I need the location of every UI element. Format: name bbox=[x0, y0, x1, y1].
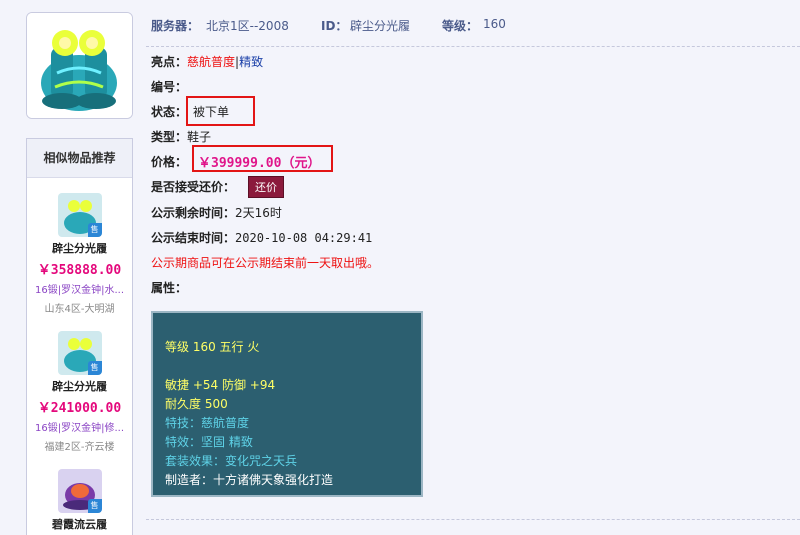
id-value: 辟尘分光履 bbox=[350, 19, 411, 33]
status-value: 被下单 bbox=[193, 105, 230, 119]
end-time-value: 2020-10-08 04:29:41 bbox=[235, 231, 373, 245]
similar-items-panel: 相似物品推荐 售 辟尘分光履 ￥358888.00 16锻|罗汉金钟|水... … bbox=[26, 138, 133, 535]
similar-item-3-name[interactable]: 碧霞流云履 bbox=[27, 516, 132, 532]
price-value: ￥399999.00（元） bbox=[198, 156, 321, 171]
end-time-row: 公示结束时间：2020-10-08 04:29:41 bbox=[151, 229, 372, 246]
similar-item-2-server: 福建2区-齐云楼 bbox=[44, 442, 115, 453]
attributes-label: 属性： bbox=[151, 281, 188, 295]
attr-skill: 特技：慈航普度 bbox=[165, 416, 250, 430]
remaining-time-label: 公示剩余时间： bbox=[151, 206, 236, 220]
similar-item-3[interactable]: 售 碧霞流云履 bbox=[27, 469, 132, 532]
sell-badge: 售 bbox=[87, 499, 102, 513]
type-row: 类型：鞋子 bbox=[151, 128, 211, 145]
similar-item-1[interactable]: 售 辟尘分光履 ￥358888.00 16锻|罗汉金钟|水... 山东4区-大明… bbox=[27, 193, 132, 315]
level-label: 等级： bbox=[442, 19, 479, 33]
similar-item-2-image[interactable]: 售 bbox=[57, 331, 102, 375]
highlight-value-1: 慈航普度 bbox=[187, 55, 236, 69]
similar-item-1-price: ￥358888.00 bbox=[37, 263, 122, 278]
similar-item-1-tags: 16锻|罗汉金钟|水... bbox=[35, 285, 124, 296]
remaining-time-row: 公示剩余时间：2天16时 bbox=[151, 204, 282, 221]
item-image-box bbox=[26, 12, 133, 119]
attr-level-element: 等级 160 五行 火 bbox=[165, 340, 260, 354]
status-label: 状态： bbox=[151, 105, 188, 119]
type-label: 类型： bbox=[151, 130, 188, 144]
server-value: 北京1区--2008 bbox=[206, 19, 289, 33]
similar-item-2-price: ￥241000.00 bbox=[37, 401, 122, 416]
end-time-label: 公示结束时间： bbox=[151, 231, 236, 245]
similar-item-1-image[interactable]: 售 bbox=[57, 193, 102, 237]
attr-set-effect: 套装效果：变化咒之天兵 bbox=[165, 454, 298, 468]
similar-item-1-server: 山东4区-大明湖 bbox=[44, 304, 115, 315]
counter-offer-button[interactable]: 还价 bbox=[248, 176, 284, 198]
attr-durability: 耐久度 500 bbox=[165, 397, 228, 411]
bottom-divider bbox=[146, 519, 800, 520]
counter-offer-label: 是否接受还价： bbox=[151, 180, 236, 194]
publicity-notice: 公示期商品可在公示期结束前一天取出哦。 bbox=[151, 256, 380, 270]
similar-item-3-image[interactable]: 售 bbox=[57, 469, 102, 513]
item-image bbox=[27, 13, 132, 118]
number-label: 编号： bbox=[151, 80, 188, 94]
server-label: 服务器： bbox=[151, 19, 200, 33]
attr-effect: 特效：坚固 精致 bbox=[165, 435, 253, 449]
highlight-value-2: 精致 bbox=[239, 55, 264, 69]
type-value: 鞋子 bbox=[187, 130, 212, 144]
similar-items-title: 相似物品推荐 bbox=[27, 139, 132, 178]
similar-item-2-tags: 16锻|罗汉金钟|修... bbox=[35, 423, 124, 434]
highlight-label: 亮点： bbox=[151, 55, 188, 69]
id-label: ID： bbox=[321, 19, 348, 33]
highlight-row: 亮点：慈航普度|精致 bbox=[151, 53, 263, 70]
remaining-time-value: 2天16时 bbox=[235, 206, 282, 220]
price-label: 价格： bbox=[151, 155, 188, 169]
level-value: 160 bbox=[483, 17, 506, 31]
attr-maker: 制造者：十方诸佛天象强化打造 bbox=[165, 473, 334, 487]
similar-item-2[interactable]: 售 辟尘分光履 ￥241000.00 16锻|罗汉金钟|修... 福建2区-齐云… bbox=[27, 331, 132, 453]
attr-stats: 敏捷 +54 防御 +94 bbox=[165, 378, 276, 392]
item-header: 服务器： 北京1区--2008 ID： 辟尘分光履 等级： 160 bbox=[146, 0, 800, 47]
sell-badge: 售 bbox=[87, 361, 102, 375]
sell-badge: 售 bbox=[87, 223, 102, 237]
attributes-panel: 等级 160 五行 火 敏捷 +54 防御 +94 耐久度 500 特技：慈航普… bbox=[151, 311, 423, 497]
similar-item-1-name[interactable]: 辟尘分光履 bbox=[27, 240, 132, 256]
similar-item-2-name[interactable]: 辟尘分光履 bbox=[27, 378, 132, 394]
